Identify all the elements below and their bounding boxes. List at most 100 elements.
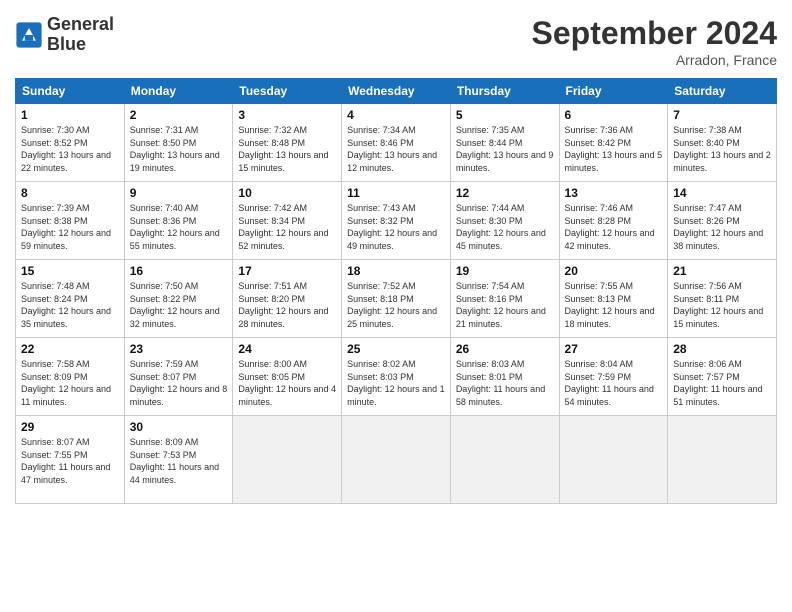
table-row bbox=[233, 416, 342, 504]
day-number: 4 bbox=[347, 108, 445, 122]
day-info: Sunrise: 7:52 AM Sunset: 8:18 PM Dayligh… bbox=[347, 280, 445, 330]
day-info: Sunrise: 7:48 AM Sunset: 8:24 PM Dayligh… bbox=[21, 280, 119, 330]
day-number: 23 bbox=[130, 342, 228, 356]
day-number: 25 bbox=[347, 342, 445, 356]
day-number: 27 bbox=[565, 342, 663, 356]
calendar-header-row: Sunday Monday Tuesday Wednesday Thursday… bbox=[16, 79, 777, 104]
logo-text: General Blue bbox=[47, 15, 114, 55]
table-row: 1Sunrise: 7:30 AM Sunset: 8:52 PM Daylig… bbox=[16, 104, 125, 182]
day-info: Sunrise: 7:31 AM Sunset: 8:50 PM Dayligh… bbox=[130, 124, 228, 174]
day-info: Sunrise: 7:56 AM Sunset: 8:11 PM Dayligh… bbox=[673, 280, 771, 330]
table-row: 2 Sunrise: 7:31 AM Sunset: 8:50 PM Daylig… bbox=[124, 104, 233, 182]
day-info: Sunrise: 8:06 AM Sunset: 7:57 PM Dayligh… bbox=[673, 358, 771, 408]
table-row: 25Sunrise: 8:02 AM Sunset: 8:03 PM Dayli… bbox=[342, 338, 451, 416]
day-info: Sunrise: 7:51 AM Sunset: 8:20 PM Dayligh… bbox=[238, 280, 336, 330]
table-row: 18 Sunrise: 7:52 AM Sunset: 8:18 PM Dayli… bbox=[342, 260, 451, 338]
calendar-page: General Blue September 2024 Arradon, Fra… bbox=[0, 0, 792, 612]
calendar-table: Sunday Monday Tuesday Wednesday Thursday… bbox=[15, 78, 777, 504]
day-info: Sunrise: 8:07 AM Sunset: 7:55 PM Dayligh… bbox=[21, 436, 119, 486]
day-number: 20 bbox=[565, 264, 663, 278]
table-row: 27 Sunrise: 8:04 AM Sunset: 7:59 PM Dayli… bbox=[559, 338, 668, 416]
day-info: Sunrise: 7:47 AM Sunset: 8:26 PM Dayligh… bbox=[673, 202, 771, 252]
col-friday: Friday bbox=[559, 79, 668, 104]
day-number: 30 bbox=[130, 420, 228, 434]
table-row bbox=[342, 416, 451, 504]
day-number: 15 bbox=[21, 264, 119, 278]
day-number: 9 bbox=[130, 186, 228, 200]
day-number: 24 bbox=[238, 342, 336, 356]
table-row: 12Sunrise: 7:44 AM Sunset: 8:30 PM Dayli… bbox=[450, 182, 559, 260]
table-row: 17 Sunrise: 7:51 AM Sunset: 8:20 PM Dayli… bbox=[233, 260, 342, 338]
col-thursday: Thursday bbox=[450, 79, 559, 104]
day-number: 12 bbox=[456, 186, 554, 200]
table-row bbox=[559, 416, 668, 504]
day-info: Sunrise: 7:38 AM Sunset: 8:40 PM Dayligh… bbox=[673, 124, 771, 174]
table-row bbox=[450, 416, 559, 504]
day-info: Sunrise: 7:55 AM Sunset: 8:13 PM Dayligh… bbox=[565, 280, 663, 330]
table-row: 16 Sunrise: 7:50 AM Sunset: 8:22 PM Dayli… bbox=[124, 260, 233, 338]
day-number: 19 bbox=[456, 264, 554, 278]
table-row bbox=[668, 416, 777, 504]
table-row: 3 Sunrise: 7:32 AM Sunset: 8:48 PM Daylig… bbox=[233, 104, 342, 182]
title-block: September 2024 Arradon, France bbox=[532, 15, 777, 68]
table-row: 9 Sunrise: 7:40 AM Sunset: 8:36 PM Daylig… bbox=[124, 182, 233, 260]
table-row: 19 Sunrise: 7:54 AM Sunset: 8:16 PM Dayli… bbox=[450, 260, 559, 338]
day-number: 2 bbox=[130, 108, 228, 122]
table-row: 6Sunrise: 7:36 AM Sunset: 8:42 PM Daylig… bbox=[559, 104, 668, 182]
day-info: Sunrise: 7:42 AM Sunset: 8:34 PM Dayligh… bbox=[238, 202, 336, 252]
day-info: Sunrise: 7:39 AM Sunset: 8:38 PM Dayligh… bbox=[21, 202, 119, 252]
table-row: 15 Sunrise: 7:48 AM Sunset: 8:24 PM Dayli… bbox=[16, 260, 125, 338]
day-info: Sunrise: 7:59 AM Sunset: 8:07 PM Dayligh… bbox=[130, 358, 228, 408]
col-sunday: Sunday bbox=[16, 79, 125, 104]
table-row: 13 Sunrise: 7:46 AM Sunset: 8:28 PM Dayli… bbox=[559, 182, 668, 260]
day-info: Sunrise: 7:50 AM Sunset: 8:22 PM Dayligh… bbox=[130, 280, 228, 330]
table-row: 8 Sunrise: 7:39 AM Sunset: 8:38 PM Daylig… bbox=[16, 182, 125, 260]
day-info: Sunrise: 8:03 AM Sunset: 8:01 PM Dayligh… bbox=[456, 358, 554, 408]
day-number: 5 bbox=[456, 108, 554, 122]
day-info: Sunrise: 7:34 AM Sunset: 8:46 PM Dayligh… bbox=[347, 124, 445, 174]
table-row: 21 Sunrise: 7:56 AM Sunset: 8:11 PM Dayli… bbox=[668, 260, 777, 338]
day-number: 10 bbox=[238, 186, 336, 200]
logo: General Blue bbox=[15, 15, 114, 55]
logo-icon bbox=[15, 21, 43, 49]
day-info: Sunrise: 8:00 AM Sunset: 8:05 PM Dayligh… bbox=[238, 358, 336, 408]
table-row: 20 Sunrise: 7:55 AM Sunset: 8:13 PM Dayli… bbox=[559, 260, 668, 338]
col-wednesday: Wednesday bbox=[342, 79, 451, 104]
location-title: Arradon, France bbox=[532, 52, 777, 68]
month-title: September 2024 bbox=[532, 15, 777, 52]
day-info: Sunrise: 7:40 AM Sunset: 8:36 PM Dayligh… bbox=[130, 202, 228, 252]
day-number: 17 bbox=[238, 264, 336, 278]
day-number: 11 bbox=[347, 186, 445, 200]
col-monday: Monday bbox=[124, 79, 233, 104]
day-number: 3 bbox=[238, 108, 336, 122]
day-info: Sunrise: 8:09 AM Sunset: 7:53 PM Dayligh… bbox=[130, 436, 228, 486]
day-info: Sunrise: 7:54 AM Sunset: 8:16 PM Dayligh… bbox=[456, 280, 554, 330]
day-info: Sunrise: 7:36 AM Sunset: 8:42 PM Dayligh… bbox=[565, 124, 663, 174]
day-number: 1 bbox=[21, 108, 119, 122]
day-number: 22 bbox=[21, 342, 119, 356]
day-number: 13 bbox=[565, 186, 663, 200]
table-row: 30 Sunrise: 8:09 AM Sunset: 7:53 PM Dayli… bbox=[124, 416, 233, 504]
header: General Blue September 2024 Arradon, Fra… bbox=[15, 15, 777, 68]
table-row: 28Sunrise: 8:06 AM Sunset: 7:57 PM Dayli… bbox=[668, 338, 777, 416]
table-row: 14 Sunrise: 7:47 AM Sunset: 8:26 PM Dayli… bbox=[668, 182, 777, 260]
day-number: 8 bbox=[21, 186, 119, 200]
day-info: Sunrise: 7:46 AM Sunset: 8:28 PM Dayligh… bbox=[565, 202, 663, 252]
day-number: 29 bbox=[21, 420, 119, 434]
day-number: 7 bbox=[673, 108, 771, 122]
day-number: 18 bbox=[347, 264, 445, 278]
day-info: Sunrise: 7:32 AM Sunset: 8:48 PM Dayligh… bbox=[238, 124, 336, 174]
table-row: 11Sunrise: 7:43 AM Sunset: 8:32 PM Dayli… bbox=[342, 182, 451, 260]
day-number: 26 bbox=[456, 342, 554, 356]
table-row: 22 Sunrise: 7:58 AM Sunset: 8:09 PM Dayli… bbox=[16, 338, 125, 416]
day-info: Sunrise: 7:58 AM Sunset: 8:09 PM Dayligh… bbox=[21, 358, 119, 408]
table-row: 23 Sunrise: 7:59 AM Sunset: 8:07 PM Dayli… bbox=[124, 338, 233, 416]
table-row: 4 Sunrise: 7:34 AM Sunset: 8:46 PM Daylig… bbox=[342, 104, 451, 182]
table-row: 29 Sunrise: 8:07 AM Sunset: 7:55 PM Dayli… bbox=[16, 416, 125, 504]
day-info: Sunrise: 7:35 AM Sunset: 8:44 PM Dayligh… bbox=[456, 124, 554, 174]
day-number: 21 bbox=[673, 264, 771, 278]
day-number: 14 bbox=[673, 186, 771, 200]
table-row: 26 Sunrise: 8:03 AM Sunset: 8:01 PM Dayli… bbox=[450, 338, 559, 416]
day-number: 16 bbox=[130, 264, 228, 278]
day-info: Sunrise: 8:04 AM Sunset: 7:59 PM Dayligh… bbox=[565, 358, 663, 408]
